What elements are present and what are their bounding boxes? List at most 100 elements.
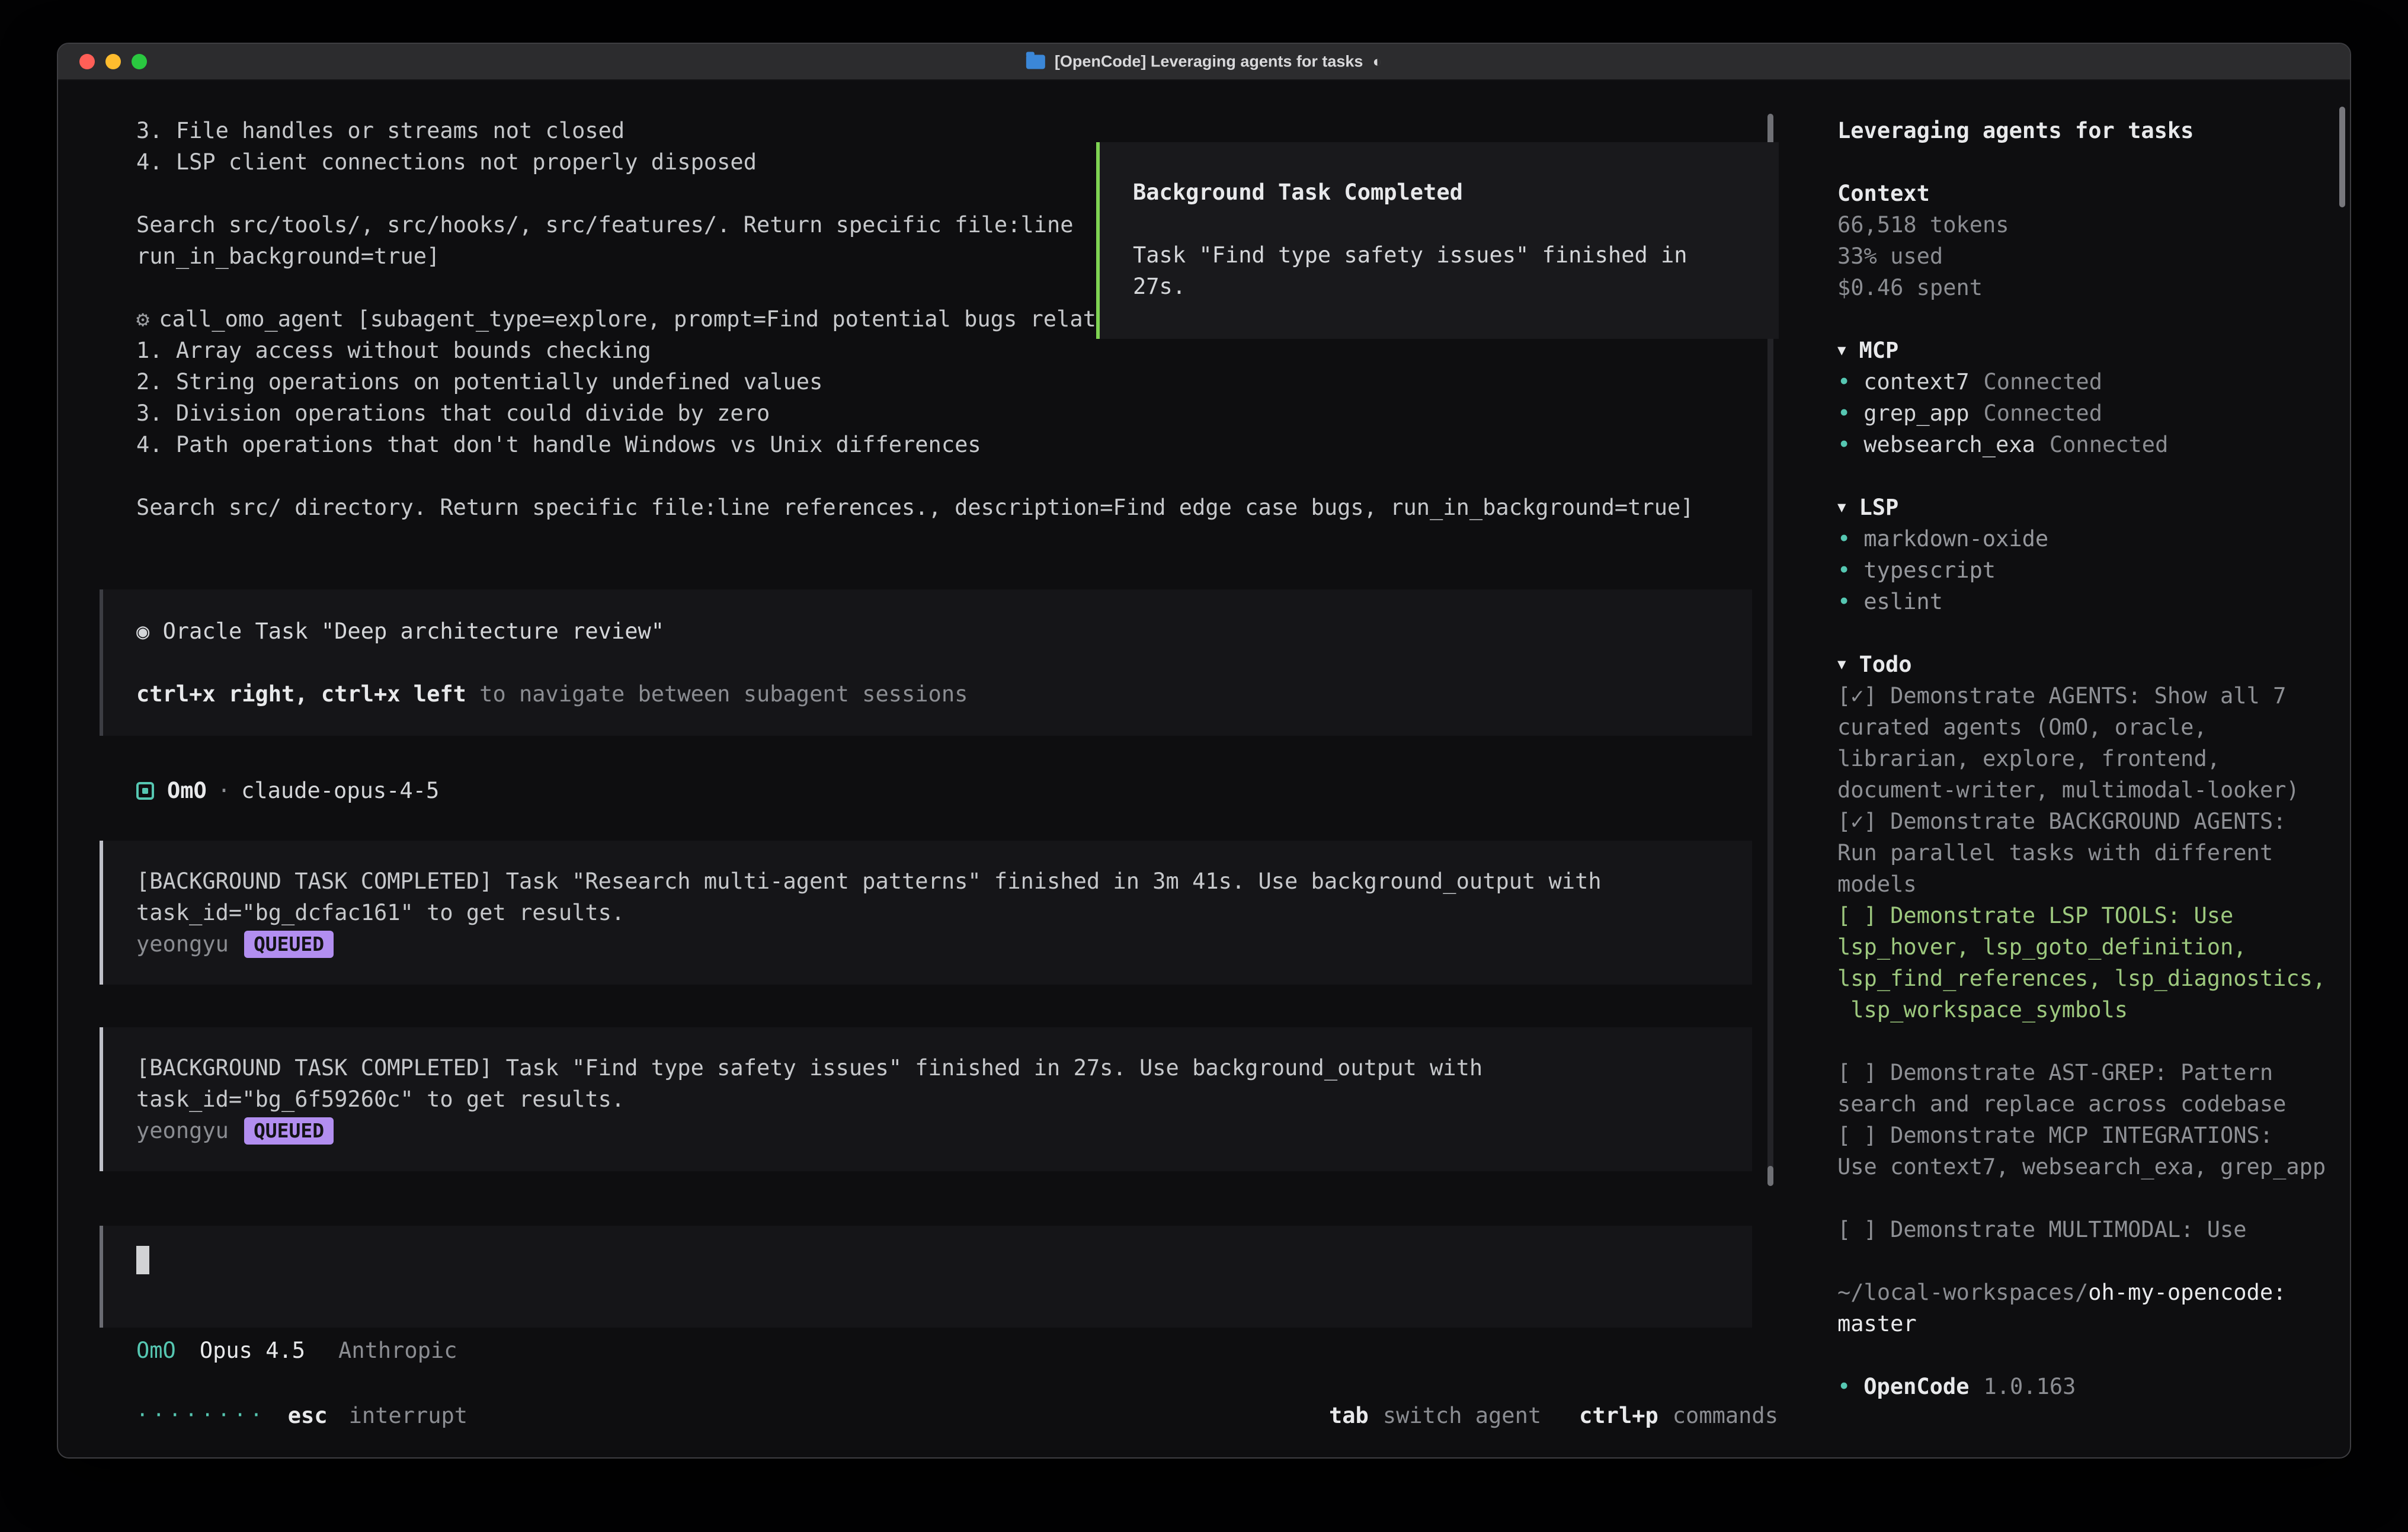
record-icon: ◉ [136, 618, 149, 644]
shortcut-hint: to navigate between subagent sessions [466, 681, 968, 707]
status-bar: ········ esc interrupt tab switch agent … [58, 1400, 1811, 1431]
esc-action-label: interrupt [349, 1400, 467, 1431]
app-name: OpenCode [1863, 1371, 1969, 1402]
mcp-status: Connected [1984, 366, 2102, 398]
commands-action-label: commands [1673, 1400, 1778, 1431]
workspace-repo: oh-my-opencode: [2088, 1280, 2286, 1305]
bullet-icon: • [1837, 1371, 1850, 1402]
mcp-status: Connected [2050, 429, 2168, 460]
sidebar-scrollbar[interactable] [2339, 107, 2345, 207]
lsp-section-header[interactable]: ▼ LSP [1837, 492, 2332, 523]
mcp-item: • grep_app Connected [1837, 398, 2332, 429]
todo-item: [ ] Demonstrate MCP INTEGRATIONS: Use co… [1837, 1120, 2332, 1182]
queued-badge: QUEUED [244, 931, 334, 958]
agent-model: claude-opus-4-5 [241, 775, 439, 806]
mcp-item: • websearch_exa Connected [1837, 429, 2332, 460]
lsp-heading: LSP [1859, 492, 1898, 523]
lsp-name: markdown-oxide [1863, 523, 2048, 555]
zoom-button[interactable] [132, 54, 147, 69]
folder-icon [1026, 55, 1045, 69]
minimize-button[interactable] [105, 54, 121, 69]
mcp-item: • context7 Connected [1837, 366, 2332, 398]
terminal-window: [OpenCode] Leveraging agents for tasks ◐… [57, 43, 2351, 1459]
session-title: Leveraging agents for tasks [1837, 115, 2332, 146]
message-text: [BACKGROUND TASK COMPLETED] Task "Resear… [136, 866, 1728, 928]
mcp-name: grep_app [1863, 398, 1969, 429]
task-message: [BACKGROUND TASK COMPLETED] Task "Resear… [100, 841, 1752, 985]
workspace-branch: master [1837, 1308, 2332, 1339]
task-message: [BACKGROUND TASK COMPLETED] Task "Find t… [100, 1027, 1752, 1171]
separator-dot: · [217, 775, 230, 806]
bullet-icon: • [1837, 366, 1850, 398]
todo-item: [ ] Demonstrate LSP TOOLS: Use lsp_hover… [1837, 900, 2332, 1025]
mcp-name: websearch_exa [1863, 429, 2035, 460]
todo-item: [ ] Demonstrate AST-GREP: Pattern search… [1837, 1057, 2332, 1120]
message-text: [BACKGROUND TASK COMPLETED] Task "Find t… [136, 1052, 1728, 1115]
notification-body: Task "Find type safety issues" finished … [1133, 239, 1750, 302]
todo-section: ▼ Todo [✓] Demonstrate AGENTS: Show all … [1837, 649, 2332, 1245]
message-author: yeongyu [136, 928, 229, 960]
mcp-section-header[interactable]: ▼ MCP [1837, 335, 2332, 366]
queued-badge: QUEUED [244, 1117, 334, 1145]
mcp-heading: MCP [1859, 335, 1898, 366]
todo-section-header[interactable]: ▼ Todo [1837, 649, 2332, 680]
oracle-task-panel[interactable]: ◉ Oracle Task "Deep architecture review"… [100, 589, 1752, 736]
prompt-input[interactable] [100, 1226, 1752, 1328]
app-version-row: • OpenCode 1.0.163 [1837, 1371, 2332, 1402]
lsp-item: • eslint [1837, 586, 2332, 617]
todo-item: [ ] Demonstrate MULTIMODAL: Use [1837, 1214, 2332, 1245]
bullet-icon: • [1837, 586, 1850, 617]
disclosure-triangle-icon: ▼ [1837, 649, 1846, 680]
mcp-name: context7 [1863, 366, 1969, 398]
tab-key-hint: tab [1329, 1400, 1369, 1431]
mcp-status: Connected [1984, 398, 2102, 429]
todo-item: [✓] Demonstrate BACKGROUND AGENTS: Run p… [1837, 806, 2332, 900]
bullet-icon: • [1837, 429, 1850, 460]
agent-name: OmO [167, 775, 207, 806]
model-row: OmO Opus 4.5 Anthropic [136, 1335, 1811, 1366]
disclosure-triangle-icon: ▼ [1837, 492, 1846, 523]
commands-key-hint: ctrl+p [1579, 1400, 1658, 1431]
agent-header: OmO · claude-opus-4-5 [136, 775, 1811, 806]
bullet-icon: • [1837, 523, 1850, 555]
oracle-task-title: Oracle Task "Deep architecture review" [163, 618, 664, 644]
workspace-info: ~/local-workspaces/oh-my-opencode: maste… [1837, 1277, 2332, 1339]
provider-label: Anthropic [338, 1335, 457, 1366]
shortcut-keys: ctrl+x right, ctrl+x left [136, 681, 466, 707]
window-title-group: [OpenCode] Leveraging agents for tasks ◐ [1026, 53, 1382, 71]
spinner-dots: ········ [136, 1400, 267, 1431]
tool-call-prompt: 1. Array access without bounds checking … [136, 335, 1752, 523]
lsp-item: • markdown-oxide [1837, 523, 2332, 555]
message-author: yeongyu [136, 1115, 229, 1146]
bullet-icon: • [1837, 398, 1850, 429]
sidebar: Leveraging agents for tasks Context 66,5… [1811, 81, 2350, 1457]
scrollbar-thumb[interactable] [1767, 1166, 1773, 1186]
todo-heading: Todo [1859, 649, 1911, 680]
activity-icon: ◐ [1372, 53, 1382, 71]
context-section: Context 66,518 tokens 33% used $0.46 spe… [1837, 178, 2332, 303]
background-task-notification: Background Task Completed Task "Find typ… [1096, 142, 1779, 339]
tab-action-label: switch agent [1383, 1400, 1541, 1431]
context-used: 33% used [1837, 241, 2332, 272]
esc-key-hint: esc [288, 1400, 328, 1431]
disclosure-triangle-icon: ▼ [1837, 335, 1846, 366]
text-cursor [136, 1246, 149, 1274]
omo-agent-icon [136, 782, 154, 800]
todo-item: [✓] Demonstrate AGENTS: Show all 7 curat… [1837, 680, 2332, 806]
workspace-path: ~/local-workspaces/ [1837, 1280, 2088, 1305]
notification-title: Background Task Completed [1133, 177, 1750, 208]
lsp-name: typescript [1863, 555, 1996, 586]
mcp-section: ▼ MCP • context7 Connected • grep_app Co… [1837, 335, 2332, 460]
titlebar: [OpenCode] Leveraging agents for tasks ◐ [58, 44, 2350, 81]
context-tokens: 66,518 tokens [1837, 209, 2332, 241]
app-content: 3. File handles or streams not closed 4.… [58, 81, 2350, 1457]
close-button[interactable] [79, 54, 95, 69]
lsp-name: eslint [1863, 586, 1943, 617]
window-title: [OpenCode] Leveraging agents for tasks [1055, 53, 1363, 71]
gear-icon: ⚙ [136, 306, 149, 332]
lsp-section: ▼ LSP • markdown-oxide • typescript • es… [1837, 492, 2332, 617]
traffic-lights [79, 54, 147, 69]
chat-area: 3. File handles or streams not closed 4.… [58, 81, 1811, 1457]
context-heading: Context [1837, 178, 2332, 209]
app-version: 1.0.163 [1984, 1371, 2076, 1402]
